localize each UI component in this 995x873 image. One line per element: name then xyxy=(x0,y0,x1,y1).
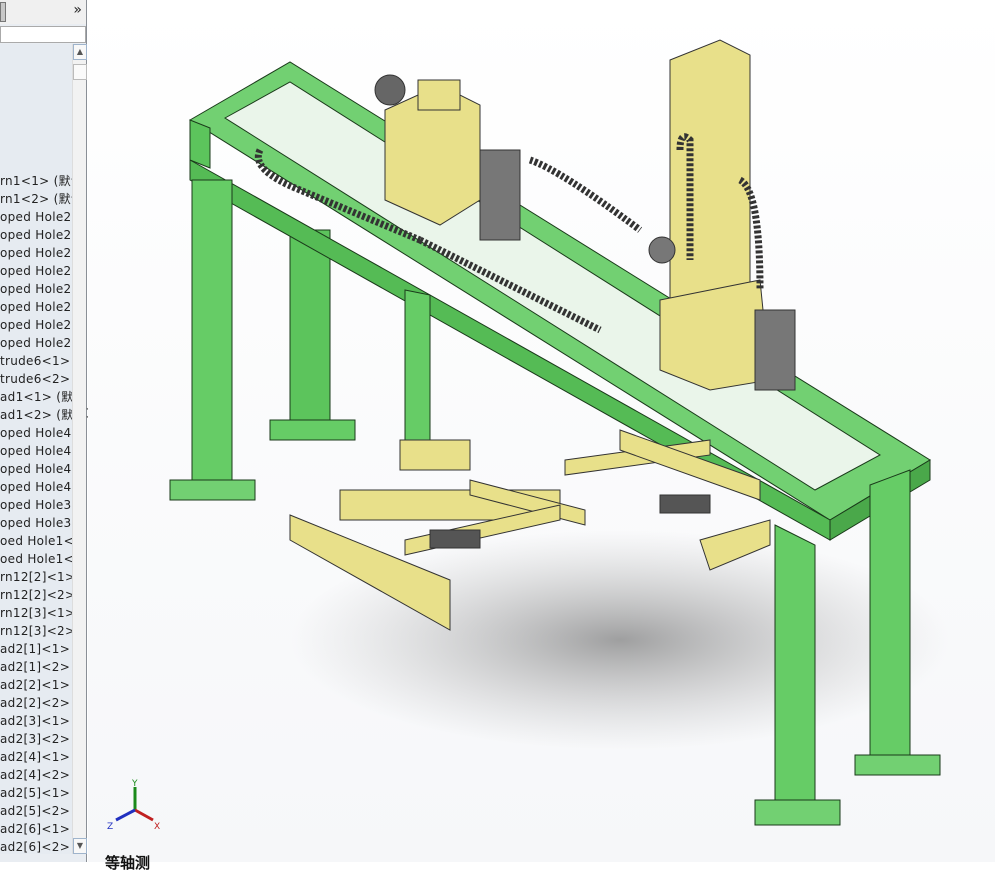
tree-item[interactable]: oped Hole2[5 xyxy=(0,334,72,352)
tree-filter-input[interactable] xyxy=(0,26,86,43)
tree-item[interactable]: rn1<2> (默认 xyxy=(0,190,72,208)
scroll-down-button[interactable]: ▼ xyxy=(73,838,87,854)
tree-item[interactable]: trude6<1> (默 xyxy=(0,352,72,370)
tree-item[interactable]: oped Hole2[4 xyxy=(0,280,72,298)
panel-tab-bar: » xyxy=(0,0,86,24)
tree-item[interactable]: oped Hole2[2 xyxy=(0,208,72,226)
tree-item[interactable]: ad2[6]<1> (默 xyxy=(0,820,72,838)
feature-tree: rn1<1> (默认rn1<2> (默认oped Hole2[2oped Hol… xyxy=(0,44,72,854)
tree-item[interactable]: oped Hole2[5 xyxy=(0,316,72,334)
tree-item[interactable]: rn1<1> (默认 xyxy=(0,172,72,190)
tree-scrollbar[interactable]: ▲ ▼ xyxy=(72,44,87,854)
tree-item[interactable]: ad2[5]<1> (默 xyxy=(0,784,72,802)
tree-item[interactable]: ad2[1]<1> (默 xyxy=(0,640,72,658)
tree-item[interactable]: ad2[2]<1> (默 xyxy=(0,676,72,694)
triad-z-label: Z xyxy=(107,822,113,832)
feature-manager-panel: » rn1<1> (默认rn1<2> (默认oped Hole2[2oped H… xyxy=(0,0,87,862)
axis-triad: Y X Z xyxy=(107,779,160,832)
gantry-model xyxy=(169,39,950,826)
tree-item[interactable]: oped Hole2[3 xyxy=(0,262,72,280)
tree-item[interactable]: oped Hole3[2 xyxy=(0,496,72,514)
scroll-up-button[interactable]: ▲ xyxy=(73,44,87,60)
tree-item[interactable]: oped Hole4[2 xyxy=(0,424,72,442)
panel-tab[interactable] xyxy=(0,2,6,22)
tree-item[interactable]: ad2[6]<2> (默 xyxy=(0,838,72,854)
tree-item[interactable]: oped Hole4[3 xyxy=(0,460,72,478)
more-tabs-button[interactable]: » xyxy=(73,2,82,18)
tree-item[interactable]: ad2[3]<1> (默 xyxy=(0,712,72,730)
tree-item[interactable]: rn12[3]<2> ( xyxy=(0,622,72,640)
tree-item[interactable]: trude6<2> (默 xyxy=(0,370,72,388)
tree-item[interactable]: oped Hole2[4 xyxy=(0,298,72,316)
view-orientation-label: 等轴测 xyxy=(105,854,151,872)
tree-item[interactable]: oped Hole2[2 xyxy=(0,226,72,244)
scroll-thumb[interactable] xyxy=(73,64,87,80)
tree-item[interactable]: ad1<2> (默认 xyxy=(0,406,72,424)
tree-item[interactable]: oped Hole4[2 xyxy=(0,442,72,460)
tree-item[interactable]: ad2[2]<2> (默 xyxy=(0,694,72,712)
triad-x-label: X xyxy=(154,822,160,832)
tree-item[interactable]: ad2[3]<2> (默 xyxy=(0,730,72,748)
tree-item[interactable]: ad2[5]<2> (默 xyxy=(0,802,72,820)
tree-item[interactable]: rn12[2]<2> ( xyxy=(0,586,72,604)
x-axis-icon xyxy=(134,808,154,822)
tree-item[interactable]: ad2[1]<2> (默 xyxy=(0,658,72,676)
tree-item[interactable]: oed Hole1<1 xyxy=(0,532,72,550)
tree-item[interactable]: ad2[4]<2> (默 xyxy=(0,766,72,784)
tree-item[interactable]: rn12[3]<1> ( xyxy=(0,604,72,622)
tree-item[interactable]: oped Hole3[2 xyxy=(0,514,72,532)
tree-item[interactable]: ad1<1> (默认 xyxy=(0,388,72,406)
tree-item[interactable]: oed Hole1<2 xyxy=(0,550,72,568)
tree-item[interactable]: oped Hole4[3 xyxy=(0,478,72,496)
z-axis-icon xyxy=(115,808,136,822)
tree-item[interactable]: oped Hole2[3 xyxy=(0,244,72,262)
graphics-viewport[interactable]: Y X Z xyxy=(88,0,995,862)
triad-y-label: Y xyxy=(131,779,138,789)
tree-item[interactable]: rn12[2]<1> ( xyxy=(0,568,72,586)
tree-item[interactable]: ad2[4]<1> (默 xyxy=(0,748,72,766)
